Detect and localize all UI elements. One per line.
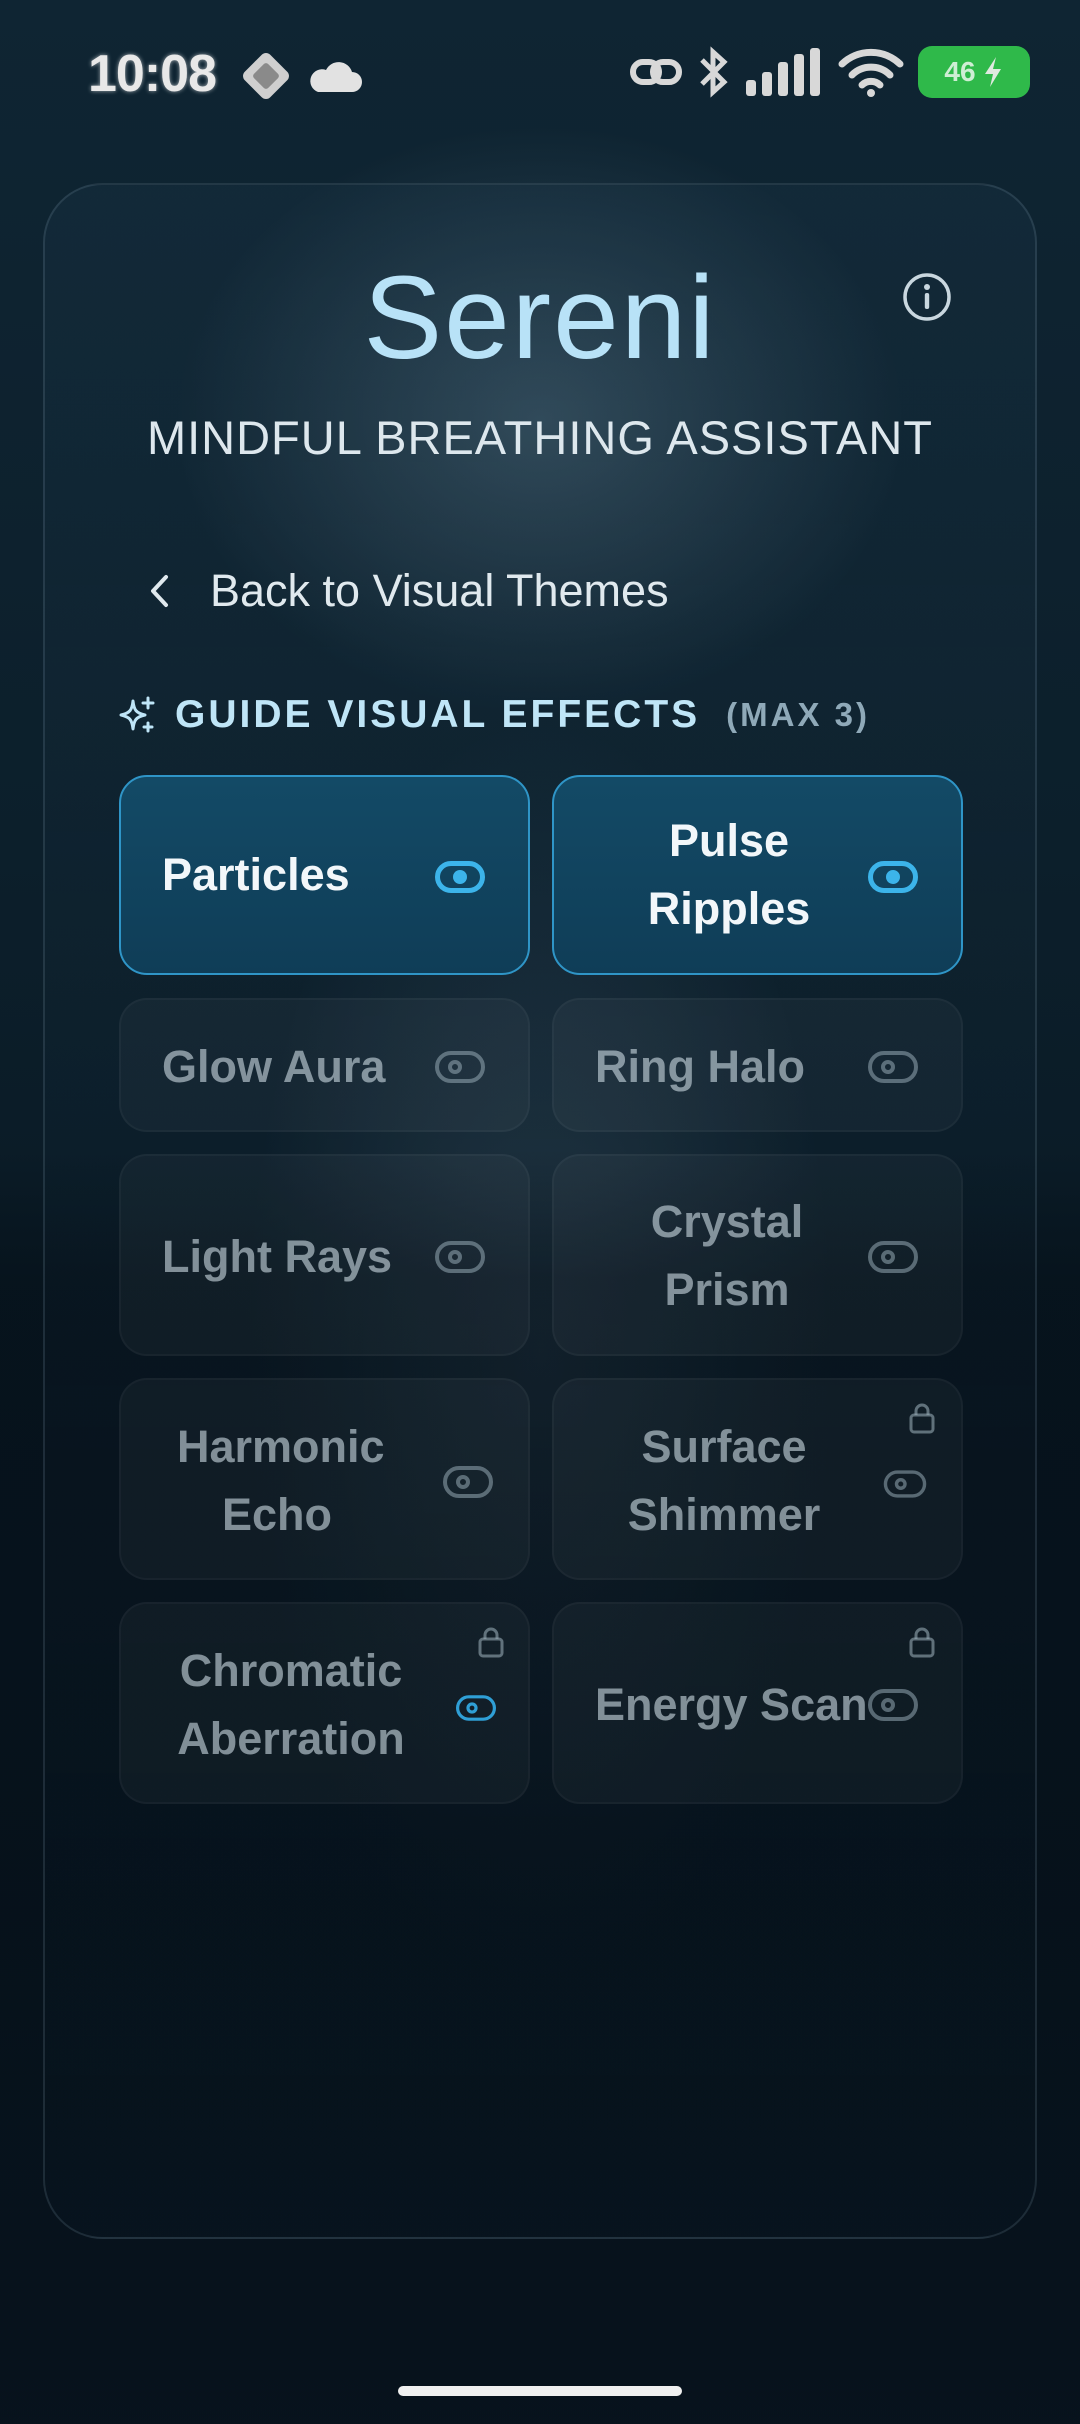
wifi-icon: [838, 48, 904, 97]
effect-label: Light Rays: [162, 1231, 393, 1282]
app-notification-icon: [243, 53, 289, 99]
section-title: GUIDE VISUAL EFFECTS: [175, 693, 701, 736]
app-subtitle: MINDFUL BREATHING ASSISTANT: [146, 411, 934, 464]
effect-label: Glow Aura: [162, 1041, 386, 1092]
effect-label: Surface Shimmer: [627, 1421, 821, 1540]
effect-label: Crystal Prism: [650, 1196, 804, 1315]
effect-tile-light-rays[interactable]: Light Rays: [119, 1154, 530, 1356]
effect-tile-glow-aura[interactable]: Glow Aura: [119, 998, 530, 1132]
effect-tile-chromatic-aberration[interactable]: Chromatic Aberration: [119, 1602, 530, 1804]
effect-tile-ring-halo[interactable]: Ring Halo: [552, 998, 963, 1132]
toggle-off-icon[interactable]: [883, 1470, 927, 1498]
sparkles-icon: [119, 696, 155, 733]
status-icons: 46: [630, 46, 1030, 98]
lock-icon: [909, 1627, 935, 1658]
status-bar: 10:08 46: [0, 0, 1080, 150]
effect-label: Particles: [162, 849, 350, 900]
battery-level: 46: [944, 56, 976, 87]
back-link-label: Back to Visual Themes: [210, 565, 669, 616]
back-to-themes-link[interactable]: Back to Visual Themes: [148, 556, 669, 626]
effect-tile-pulse-ripples[interactable]: Pulse Ripples: [552, 775, 963, 975]
effect-tile-crystal-prism[interactable]: Crystal Prism: [552, 1154, 963, 1356]
link-icon: [630, 59, 682, 85]
info-icon[interactable]: [902, 272, 952, 322]
toggle-off-icon[interactable]: [443, 1466, 493, 1498]
toggle-on-icon[interactable]: [435, 861, 485, 893]
signal-icon: [746, 48, 820, 96]
toggle-on-icon[interactable]: [868, 861, 918, 893]
section-header: GUIDE VISUAL EFFECTS (MAX 3): [117, 690, 870, 740]
lock-icon: [478, 1627, 504, 1658]
section-limit-note: (MAX 3): [726, 696, 871, 733]
effect-label: Chromatic Aberration: [177, 1645, 405, 1764]
effect-tile-particles[interactable]: Particles: [119, 775, 530, 975]
effect-tile-harmonic-echo[interactable]: Harmonic Echo: [119, 1378, 530, 1580]
toggle-off-icon[interactable]: [435, 1241, 485, 1273]
effect-label: Harmonic Echo: [177, 1421, 385, 1540]
toggle-off-icon[interactable]: [435, 1051, 485, 1083]
cloud-icon: [310, 62, 362, 92]
toggle-off-icon[interactable]: [868, 1241, 918, 1273]
charging-icon: [984, 57, 1001, 87]
toggle-off-icon[interactable]: [868, 1051, 918, 1083]
effect-label: Energy Scan: [595, 1679, 868, 1730]
battery-indicator: 46: [918, 46, 1030, 98]
home-indicator[interactable]: [398, 2386, 682, 2396]
toggle-off-icon[interactable]: [456, 1695, 496, 1721]
effect-label: Pulse Ripples: [647, 815, 811, 934]
effect-tile-energy-scan[interactable]: Energy Scan: [552, 1602, 963, 1804]
effect-label: Ring Halo: [595, 1041, 805, 1092]
chevron-left-icon: [151, 575, 168, 607]
bluetooth-icon: [700, 46, 728, 98]
toggle-off-icon[interactable]: [868, 1689, 918, 1721]
status-time: 10:08: [88, 45, 217, 103]
effect-tile-surface-shimmer[interactable]: Surface Shimmer: [552, 1378, 963, 1580]
lock-icon: [909, 1403, 935, 1434]
